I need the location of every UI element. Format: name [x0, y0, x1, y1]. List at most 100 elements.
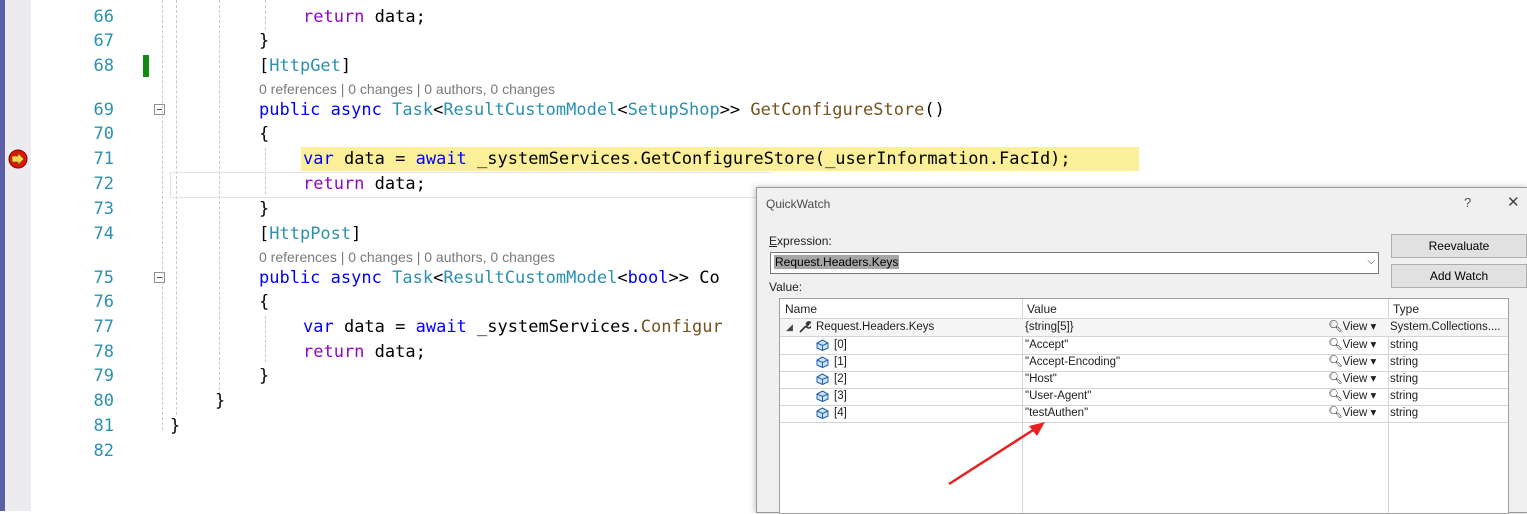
reevaluate-button[interactable]: Reevaluate: [1391, 234, 1527, 258]
code-text: data =: [333, 317, 416, 337]
code-line[interactable]: var data = await _systemServices.GetConf…: [303, 147, 1071, 171]
code-text: [: [259, 56, 270, 76]
view-dropdown[interactable]: 🔍︎View ▾: [1328, 388, 1376, 405]
line-number: 66: [93, 7, 114, 27]
field-cube-icon: [816, 339, 829, 351]
current-line-box: [170, 172, 771, 198]
collapse-toggle[interactable]: [154, 104, 165, 115]
type-name: ResultCustomModel: [443, 268, 618, 288]
code-line[interactable]: return data;: [303, 172, 426, 196]
line-number: 79: [93, 366, 114, 386]
table-row[interactable]: [4] "testAuthen" 🔍︎View ▾ string: [780, 405, 1508, 423]
magnifier-icon: 🔍︎: [1328, 339, 1343, 351]
row-value: "Host": [1025, 373, 1057, 385]
code-text: ]: [351, 224, 362, 244]
line-number: 73: [93, 199, 114, 219]
line-number: 81: [93, 416, 114, 436]
column-header-name[interactable]: Name: [780, 299, 1022, 319]
column-header-type[interactable]: Type: [1388, 299, 1508, 319]
expand-triangle-icon[interactable]: ◢: [786, 319, 793, 336]
keyword: await: [415, 317, 467, 337]
code-line[interactable]: return data;: [303, 5, 426, 29]
codelens-info[interactable]: 0 references | 0 changes | 0 authors, 0 …: [259, 80, 555, 98]
code-line[interactable]: {: [259, 290, 269, 314]
code-line[interactable]: public async Task<ResultCustomModel<Setu…: [259, 98, 945, 122]
code-text: data;: [364, 7, 426, 27]
indent-guide: [265, 316, 266, 362]
field-cube-icon: [816, 390, 829, 402]
row-type: string: [1390, 339, 1419, 351]
code-text: (): [924, 100, 945, 120]
code-text: _systemServices.: [466, 317, 641, 337]
collapse-toggle[interactable]: [154, 272, 165, 283]
code-line[interactable]: {: [259, 122, 269, 146]
code-text: ]: [340, 56, 352, 76]
row-type: string: [1390, 373, 1419, 385]
chevron-down-icon[interactable]: ⌵: [1367, 256, 1375, 267]
dropdown-arrow-icon: ▾: [1370, 356, 1377, 368]
dropdown-arrow-icon: ▾: [1370, 390, 1377, 402]
keyword: public: [259, 268, 321, 288]
magnifier-icon: 🔍︎: [1328, 407, 1343, 419]
table-row[interactable]: ◢ Request.Headers.Keys {string[5]} 🔍︎Vie…: [780, 319, 1508, 337]
help-icon[interactable]: ?: [1464, 195, 1471, 210]
code-line[interactable]: }: [170, 414, 180, 438]
code-line[interactable]: }: [259, 197, 269, 221]
attribute-name: HttpGet: [269, 56, 341, 76]
table-row[interactable]: [0] "Accept" 🔍︎View ▾ string: [780, 337, 1508, 355]
table-row[interactable]: [3] "User-Agent" 🔍︎View ▾ string: [780, 388, 1508, 406]
keyword: async: [330, 268, 382, 288]
code-line[interactable]: [HttpGet]: [259, 54, 351, 78]
keyword: bool: [627, 268, 669, 288]
close-icon[interactable]: ✕: [1507, 193, 1520, 211]
code-line[interactable]: }: [259, 364, 269, 388]
current-statement-breakpoint-icon[interactable]: [7, 148, 29, 170]
table-row[interactable]: [2] "Host" 🔍︎View ▾ string: [780, 371, 1508, 389]
value-grid[interactable]: Name Value Type ◢ Request.Headers.Keys {…: [779, 298, 1509, 514]
expression-combobox[interactable]: Request.Headers.Keys ⌵: [770, 252, 1379, 274]
line-number: 75: [93, 268, 114, 288]
column-header-value[interactable]: Value: [1022, 299, 1388, 319]
value-label: Value:: [769, 280, 803, 294]
line-number: 68: [93, 56, 114, 76]
code-line[interactable]: [HttpPost]: [259, 222, 361, 246]
indent-guide: [176, 0, 177, 415]
breakpoint-margin[interactable]: [5, 0, 31, 511]
keyword: return: [303, 174, 365, 194]
row-type: string: [1390, 356, 1419, 368]
code-line[interactable]: }: [215, 389, 225, 413]
table-row[interactable]: [1] "Accept-Encoding" 🔍︎View ▾ string: [780, 354, 1508, 372]
view-dropdown[interactable]: 🔍︎View ▾: [1328, 371, 1376, 388]
code-line[interactable]: var data = await _systemServices.Configu…: [303, 315, 723, 339]
dropdown-arrow-icon: ▾: [1370, 321, 1377, 333]
line-number: 74: [93, 224, 114, 244]
add-watch-button[interactable]: Add Watch: [1391, 264, 1527, 288]
view-dropdown[interactable]: 🔍︎View ▾: [1328, 354, 1376, 371]
view-dropdown[interactable]: 🔍︎View ▾: [1328, 319, 1376, 336]
row-type: System.Collections....: [1390, 321, 1501, 333]
code-line[interactable]: public async Task<ResultCustomModel<bool…: [259, 266, 720, 290]
quickwatch-dialog[interactable]: QuickWatch ? ✕ Expression: Request.Heade…: [756, 187, 1527, 514]
magnifier-icon: 🔍︎: [1328, 390, 1343, 402]
line-number: 70: [93, 124, 114, 144]
codelens-info[interactable]: 0 references | 0 changes | 0 authors, 0 …: [259, 248, 555, 266]
code-line[interactable]: }: [259, 29, 269, 53]
view-dropdown[interactable]: 🔍︎View ▾: [1328, 405, 1376, 422]
line-number: 80: [93, 391, 114, 411]
dropdown-arrow-icon: ▾: [1370, 407, 1377, 419]
magnifier-icon: 🔍︎: [1328, 356, 1343, 368]
row-name: [0]: [834, 339, 847, 351]
line-number: 77: [93, 317, 114, 337]
code-line[interactable]: return data;: [303, 340, 426, 364]
code-text: _systemServices.GetConfigureStore(_userI…: [466, 149, 1071, 169]
keyword: await: [415, 149, 467, 169]
expression-value[interactable]: Request.Headers.Keys: [774, 255, 900, 269]
line-number: 72: [93, 174, 114, 194]
code-text: [: [259, 224, 270, 244]
field-cube-icon: [816, 373, 829, 385]
row-name: [1]: [834, 356, 847, 368]
row-name: [4]: [834, 407, 847, 419]
magnifier-icon: 🔍︎: [1328, 373, 1343, 385]
row-type: string: [1390, 407, 1419, 419]
view-dropdown[interactable]: 🔍︎View ▾: [1328, 337, 1376, 354]
